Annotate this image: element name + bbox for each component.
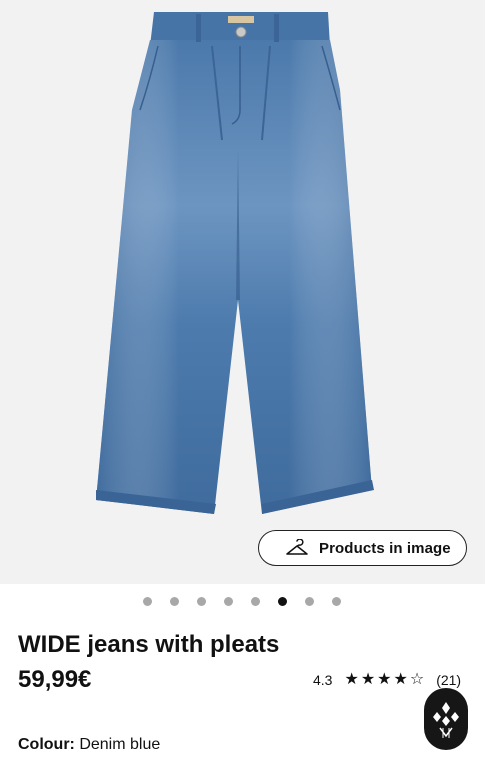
star-filled-icon: ★: [393, 671, 408, 688]
carousel-dot[interactable]: [197, 597, 206, 606]
product-colour: Colour: Denim blue: [18, 736, 160, 754]
diamond-logo-icon: [433, 702, 459, 738]
carousel-dot[interactable]: [224, 597, 233, 606]
products-in-image-label: Products in image: [319, 539, 451, 557]
carousel-dot[interactable]: [305, 597, 314, 606]
jeans-illustration: [96, 12, 374, 514]
rating-score: 4.3: [313, 672, 333, 688]
product-rating[interactable]: 4.3 ★ ★ ★ ★ ☆ (21): [313, 672, 461, 689]
products-in-image-button[interactable]: Products in image: [258, 530, 467, 566]
product-price: 59,99€: [18, 666, 92, 693]
carousel-dot[interactable]: [170, 597, 179, 606]
carousel-dot[interactable]: [332, 597, 341, 606]
carousel-dot[interactable]: [143, 597, 152, 606]
star-filled-icon: ★: [360, 671, 376, 688]
carousel-pagination: [143, 597, 341, 606]
colour-value: Denim blue: [79, 736, 161, 753]
colour-label: Colour:: [18, 736, 75, 753]
rating-count[interactable]: (21): [436, 672, 461, 688]
hanger-icon: [286, 539, 308, 555]
floating-assistant-badge[interactable]: [424, 688, 468, 750]
star-empty-icon: ☆: [409, 671, 425, 688]
carousel-dot[interactable]: [251, 597, 260, 606]
product-title: WIDE jeans with pleats: [18, 631, 280, 658]
rating-stars: ★ ★ ★ ★ ☆: [344, 672, 424, 688]
carousel-dot[interactable]: [278, 597, 287, 606]
star-filled-icon: ★: [377, 671, 392, 688]
star-filled-icon: ★: [344, 671, 359, 688]
product-image[interactable]: Products in image: [0, 0, 485, 584]
